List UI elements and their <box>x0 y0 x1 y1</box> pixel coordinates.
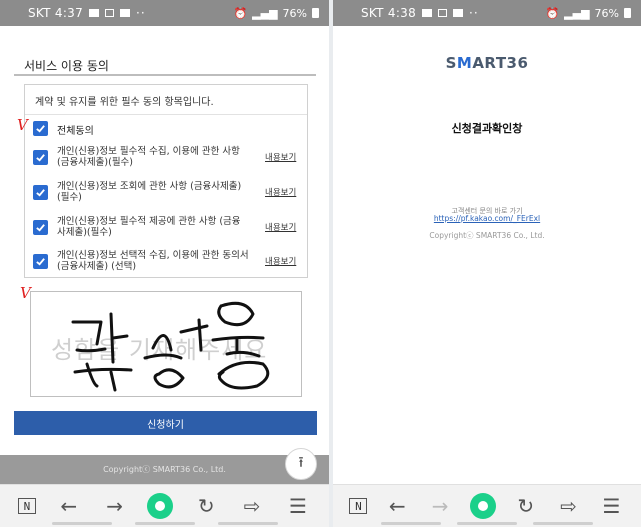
copyright-text: Copyrightⓒ SMART36 Co., Ltd. <box>103 465 226 474</box>
battery-icon <box>312 8 319 18</box>
check-icon <box>36 258 45 266</box>
back-arrow-icon[interactable]: ← <box>384 493 410 519</box>
carrier-time: SKT 4:38 <box>361 6 417 20</box>
refresh-icon[interactable]: ↻ <box>193 493 219 519</box>
view-detail-link[interactable]: 내용보기 <box>265 151 296 163</box>
arrow-up-icon: ⭱ <box>298 452 304 471</box>
share-icon[interactable]: ⇨ <box>556 493 582 519</box>
agreement-heading: 계약 및 유지를 위한 필수 동의 항목입니다. <box>35 97 214 108</box>
carrier-time: SKT 4:37 <box>28 6 84 20</box>
more-notifications-icon: ·· <box>469 6 479 20</box>
naver-tab-icon[interactable]: N <box>17 498 36 514</box>
divider <box>25 114 307 115</box>
check-icon <box>36 189 45 197</box>
agree-all-checkbox[interactable] <box>33 121 48 136</box>
annotation-mark: V <box>17 116 28 134</box>
browser-nav-bar: N ← → ↻ ⇨ ☰ <box>0 484 329 527</box>
alarm-icon: ⏰ <box>545 6 560 20</box>
back-arrow-icon[interactable]: ← <box>56 493 82 519</box>
gallery-icon <box>105 9 115 17</box>
menu-icon[interactable]: ☰ <box>285 493 311 519</box>
check-icon <box>36 224 45 232</box>
share-icon[interactable]: ⇨ <box>239 493 265 519</box>
item-checkbox[interactable] <box>33 254 48 269</box>
notification-icon <box>120 9 131 17</box>
result-title: 신청결과확인창 <box>451 122 523 135</box>
agree-all-label: 전체동의 <box>57 126 94 137</box>
footer: Copyrightⓒ SMART36 Co., Ltd. <box>0 455 329 484</box>
handwritten-signature <box>71 301 270 392</box>
item-checkbox[interactable] <box>33 185 48 200</box>
browser-nav-bar: N ← → ↻ ⇨ ☰ <box>333 484 641 527</box>
battery-icon <box>624 8 631 18</box>
alarm-icon: ⏰ <box>233 6 248 20</box>
status-bar: SKT 4:38 ·· ⏰ ▂▄▆ 76% <box>333 0 641 26</box>
kakao-link[interactable]: https://pf.kakao.com/_FErExl <box>333 214 641 223</box>
signal-icon: ▂▄▆ <box>564 6 590 20</box>
view-detail-link[interactable]: 내용보기 <box>265 221 296 233</box>
check-icon <box>36 125 45 133</box>
message-icon <box>422 9 433 17</box>
notification-icon <box>453 9 464 17</box>
right-screen: SKT 4:38 ·· ⏰ ▂▄▆ 76% SMART36 신청결과확인창 고객… <box>333 0 641 527</box>
item-label: 개인(신용)정보 조회에 관한 사항 (금융사제출)(필수) <box>57 181 242 203</box>
gesture-bar <box>0 522 329 527</box>
logo-m-icon: M <box>456 54 473 72</box>
item-label: 개인(신용)정보 필수적 수집, 이용에 관한 사항 (금융사제출)(필수) <box>57 146 240 168</box>
home-button[interactable] <box>469 493 496 519</box>
check-icon <box>36 154 45 162</box>
status-right: ⏰ ▂▄▆ 76% <box>233 7 319 20</box>
item-label: 개인(신용)정보 선택적 수집, 이용에 관한 동의서 (금융사제출) (선택) <box>57 250 249 272</box>
copyright-text: Copyrightⓒ SMART36 Co., Ltd. <box>429 231 545 240</box>
signature-pad[interactable]: 성함을 기재해주세요 <box>30 291 302 397</box>
home-dot-icon <box>477 501 488 511</box>
gallery-icon <box>438 9 448 17</box>
item-checkbox[interactable] <box>33 150 48 165</box>
refresh-icon[interactable]: ↻ <box>513 493 539 519</box>
menu-icon[interactable]: ☰ <box>598 493 624 519</box>
logo-prefix: S <box>445 54 457 72</box>
view-detail-link[interactable]: 내용보기 <box>265 186 296 198</box>
view-detail-link[interactable]: 내용보기 <box>265 255 296 267</box>
more-notifications-icon: ·· <box>136 6 146 20</box>
submit-button[interactable]: 신청하기 <box>14 411 317 435</box>
signal-icon: ▂▄▆ <box>252 6 278 20</box>
naver-tab-icon[interactable]: N <box>349 498 368 514</box>
item-label: 개인(신용)정보 필수적 제공에 관한 사항 (금융사제출)(필수) <box>57 216 241 238</box>
page-title: 서비스 이용 동의 <box>24 59 109 73</box>
forward-arrow-icon[interactable]: → <box>427 493 453 519</box>
scroll-to-top-button[interactable]: ⭱ <box>285 448 317 480</box>
status-right: ⏰ ▂▄▆ 76% <box>545 7 631 20</box>
gesture-bar <box>333 522 641 527</box>
logo-suffix: ART36 <box>472 54 529 72</box>
left-screen: SKT 4:37 ·· ⏰ ▂▄▆ 76% 서비스 이용 동의 계약 및 유지를… <box>0 0 329 527</box>
battery-percent: 76% <box>594 6 619 20</box>
agreement-box: 계약 및 유지를 위한 필수 동의 항목입니다. 전체동의 개인(신용)정보 필… <box>24 84 308 278</box>
status-bar: SKT 4:37 ·· ⏰ ▂▄▆ 76% <box>0 0 329 26</box>
smart36-logo: SMART36 <box>333 54 641 72</box>
home-dot-icon <box>155 501 166 511</box>
item-checkbox[interactable] <box>33 220 48 235</box>
message-icon <box>89 9 100 17</box>
title-divider <box>14 74 316 76</box>
home-button[interactable] <box>147 493 174 519</box>
battery-percent: 76% <box>282 6 307 20</box>
forward-arrow-icon[interactable]: → <box>102 493 128 519</box>
